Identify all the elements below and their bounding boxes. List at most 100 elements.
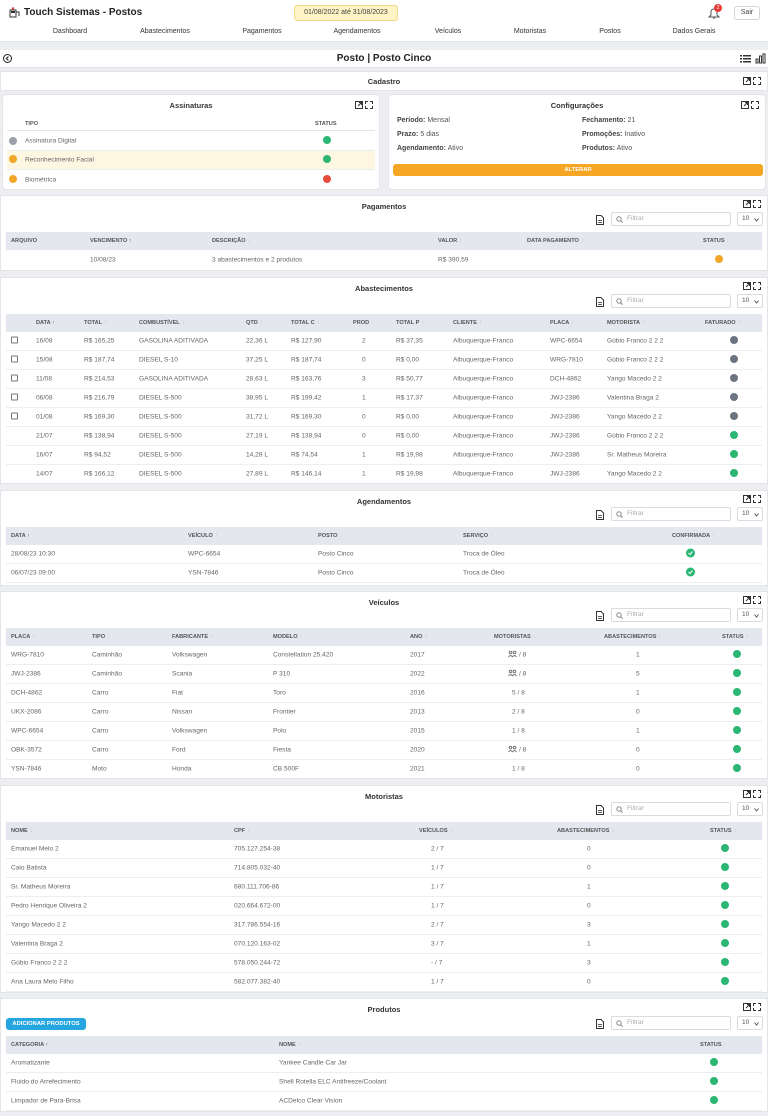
table-row[interactable]: 28/08/23 10:30 WPC-6654 Posto Cinco Troca d… <box>6 545 762 564</box>
table-row[interactable]: Assinatura Digital <box>7 132 375 151</box>
nav-dados-gerais[interactable]: Dados Gerais <box>673 28 716 35</box>
row-checkbox[interactable] <box>11 355 18 365</box>
col-total-p[interactable]: TOTAL P ↕ <box>396 320 424 326</box>
page-size-select[interactable]: 10 <box>737 294 763 308</box>
add-product-button[interactable]: ADICIONAR PRODUTOS <box>6 1018 86 1030</box>
col-ano[interactable]: ANO ↕ <box>410 634 427 640</box>
col-servico[interactable]: SERVIÇO ↕ <box>463 533 493 539</box>
page-size-select[interactable]: 10 <box>737 212 763 226</box>
col-veiculos[interactable]: VEÍCULOS ↕ <box>419 828 453 834</box>
pagamentos-filter[interactable]: Filtrar <box>611 212 731 226</box>
fullscreen-icon[interactable] <box>753 200 761 208</box>
table-row[interactable]: Pedro Henrique Oliveira 2 020.664.672-00 1… <box>6 897 762 916</box>
col-abastecimentos[interactable]: ABASTECIMENTOS ↕ <box>557 828 614 834</box>
table-row[interactable]: WRG-7810 Caminhão Volkswagen Constellation … <box>6 646 762 665</box>
col-total-c[interactable]: TOTAL C ↕ <box>291 320 320 326</box>
fullscreen-icon[interactable] <box>753 282 761 290</box>
export-pdf-icon[interactable] <box>596 1019 604 1029</box>
row-checkbox[interactable] <box>11 393 18 403</box>
table-row[interactable]: Caio Batista 714.805.032-40 1 / 7 0 <box>6 859 762 878</box>
col-status[interactable]: STATUS ↕ <box>703 238 730 244</box>
table-row[interactable]: 10/08/23 3 abastecimentos e 2 produtos R… <box>6 250 762 269</box>
col-modelo[interactable]: MODELO ↕ <box>273 634 303 640</box>
table-row[interactable]: Yango Macedo 2 2 317.786.554-16 2 / 7 3 <box>6 916 762 935</box>
expand-icon[interactable] <box>743 790 751 798</box>
table-row[interactable]: 15/08 R$ 187,74 DIESEL S-10 37,25 L R$ 187,7… <box>6 351 762 370</box>
col-data[interactable]: DATA ↑ <box>11 533 30 539</box>
table-row[interactable]: Sr. Matheus Moreira 680.111.706-86 1 / 7 1 <box>6 878 762 897</box>
col-cpf[interactable]: CPF ↕ <box>234 828 250 834</box>
expand-icon[interactable] <box>743 77 751 85</box>
col-abastecimentos[interactable]: ABASTECIMENTOS ↕ <box>604 634 661 640</box>
table-row[interactable]: Fluido do Arrefecimento Shell Rotella ELC… <box>6 1073 762 1092</box>
nav-abastecimentos[interactable]: Abastecimentos <box>140 28 190 35</box>
expand-icon[interactable] <box>743 596 751 604</box>
expand-icon[interactable] <box>743 1003 751 1011</box>
fullscreen-icon[interactable] <box>753 495 761 503</box>
col-vencimento[interactable]: VENCIMENTO ↑ <box>90 238 132 244</box>
table-row[interactable]: Aromatizante Yankee Candle Car Jar <box>6 1054 762 1073</box>
col-arquivo[interactable]: ARQUIVO <box>11 238 37 244</box>
table-row[interactable]: 16/08 R$ 165,25 GASOLINA ADITIVADA 22,36 L R… <box>6 332 762 351</box>
fullscreen-icon[interactable] <box>365 101 373 109</box>
page-size-select[interactable]: 10 <box>737 608 763 622</box>
col-qtd[interactable]: QTD ↕ <box>246 320 263 326</box>
col-faturado[interactable]: FATURADO ↕ <box>705 320 741 326</box>
col-cliente[interactable]: CLIENTE ↕ <box>453 320 482 326</box>
expand-icon[interactable] <box>743 495 751 503</box>
col-placa[interactable]: PLACA ↕ <box>11 634 35 640</box>
col-prod[interactable]: PROD ↕ <box>353 320 374 326</box>
col-status[interactable]: STATUS ↕ <box>700 1042 727 1048</box>
nav-postos[interactable]: Postos <box>599 28 620 35</box>
nav-pagamentos[interactable]: Pagamentos <box>242 28 281 35</box>
col-motoristas[interactable]: MOTORISTAS ↕ <box>494 634 536 640</box>
export-pdf-icon[interactable] <box>596 297 604 307</box>
nav-agendamentos[interactable]: Agendamentos <box>333 28 380 35</box>
nav-dashboard[interactable]: Dashboard <box>53 28 87 35</box>
table-row[interactable]: 01/08 R$ 169,30 DIESEL S-500 31,72 L R$ 169,… <box>6 408 762 427</box>
export-pdf-icon[interactable] <box>596 611 604 621</box>
col-posto[interactable]: POSTO ↕ <box>318 533 342 539</box>
export-pdf-icon[interactable] <box>596 215 604 225</box>
page-size-select[interactable]: 10 <box>737 507 763 521</box>
alterar-button[interactable]: ALTERAR <box>393 164 763 176</box>
app-logo[interactable]: Touch Sistemas - Postos <box>9 7 142 18</box>
col-veiculo[interactable]: VEÍCULO ↕ <box>188 533 218 539</box>
col-categoria[interactable]: CATEGORIA ↑ <box>11 1042 48 1048</box>
table-row[interactable]: Biométrica <box>7 170 375 189</box>
table-row[interactable]: YSN-7846 Moto Honda CB 500F 2021 1 / 8 0 <box>6 760 762 778</box>
expand-icon[interactable] <box>743 200 751 208</box>
fullscreen-icon[interactable] <box>753 596 761 604</box>
table-row[interactable]: WPC-6654 Carro Volkswagen Polo 2015 1 / 8 1 <box>6 722 762 741</box>
logout-button[interactable]: Sair <box>734 6 760 20</box>
col-combustivel[interactable]: COMBUSTÍVEL ↕ <box>139 320 185 326</box>
table-row[interactable]: 14/07 R$ 166,12 DIESEL S-500 27,89 L R$ 146,… <box>6 465 762 483</box>
expand-icon[interactable] <box>743 282 751 290</box>
col-total[interactable]: TOTAL ↕ <box>84 320 107 326</box>
export-pdf-icon[interactable] <box>596 510 604 520</box>
col-nome[interactable]: NOME ↕ <box>11 828 33 834</box>
col-data[interactable]: DATA ↑ <box>36 320 55 326</box>
row-checkbox[interactable] <box>11 336 18 346</box>
table-row[interactable]: Valentina Braga 2 070.120.163-02 3 / 7 1 <box>6 935 762 954</box>
col-placa[interactable]: PLACA ↕ <box>550 320 574 326</box>
col-motorista[interactable]: MOTORISTA ↕ <box>607 320 645 326</box>
col-valor[interactable]: VALOR ↕ <box>438 238 462 244</box>
table-row[interactable]: Emanuel Melo 2 705.127.254-38 2 / 7 0 <box>6 840 762 859</box>
fullscreen-icon[interactable] <box>753 1003 761 1011</box>
table-row[interactable]: Ana Laura Melo Filho 582.077.382-40 1 / 7 0 <box>6 973 762 992</box>
table-row[interactable]: DCH-4862 Carro Fiat Toro 2016 5 / 8 1 <box>6 684 762 703</box>
fullscreen-icon[interactable] <box>753 77 761 85</box>
list-view-icon[interactable] <box>740 53 751 64</box>
row-checkbox[interactable] <box>11 412 18 422</box>
row-checkbox[interactable] <box>11 374 18 384</box>
fullscreen-icon[interactable] <box>751 101 759 109</box>
veiculos-filter[interactable]: Filtrar <box>611 608 731 622</box>
agendamentos-filter[interactable]: Filtrar <box>611 507 731 521</box>
fullscreen-icon[interactable] <box>753 790 761 798</box>
nav-motoristas[interactable]: Motoristas <box>514 28 546 35</box>
col-status[interactable]: STATUS ↕ <box>710 828 737 834</box>
date-range-picker[interactable]: 01/08/2022 até 31/08/2023 <box>294 5 398 21</box>
produtos-filter[interactable]: Filtrar <box>611 1016 731 1030</box>
col-fabricante[interactable]: FABRICANTE ↕ <box>172 634 213 640</box>
